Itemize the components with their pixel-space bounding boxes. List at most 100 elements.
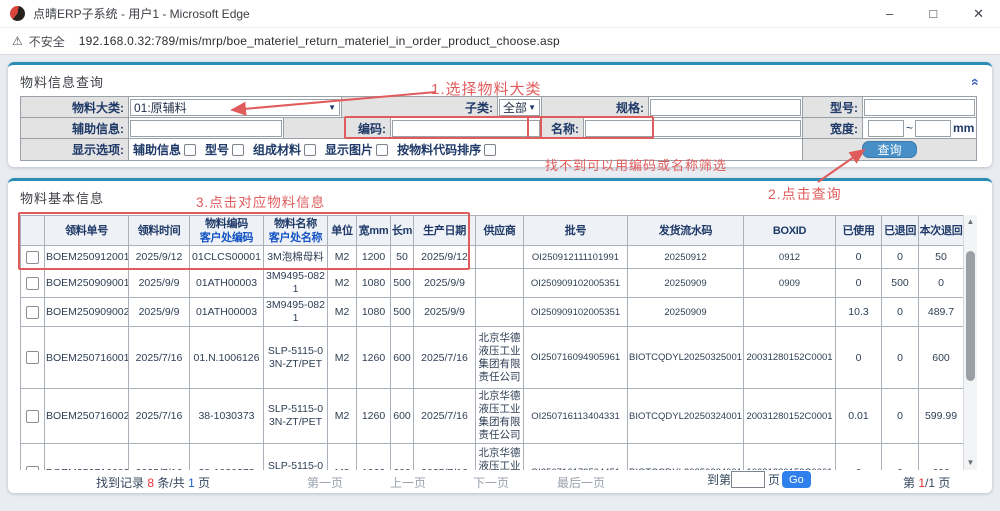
table-cell: 600	[919, 444, 964, 471]
row-checkbox[interactable]	[26, 410, 39, 423]
scrollbar-thumb[interactable]	[966, 251, 975, 381]
display-option-checkbox[interactable]	[376, 144, 388, 156]
display-option-checkbox[interactable]	[304, 144, 316, 156]
chevron-down-icon: ▼	[328, 103, 336, 112]
code-cell	[391, 118, 542, 138]
table-cell: 500	[391, 298, 414, 327]
subcategory-select[interactable]: 全部 ▼	[499, 99, 540, 116]
display-option-checkbox[interactable]	[232, 144, 244, 156]
spec-label: 规格:	[542, 97, 649, 117]
row-checkbox[interactable]	[26, 251, 39, 264]
display-option-label: 组成材料	[253, 141, 301, 158]
table-cell	[476, 246, 524, 269]
table-cell: M2	[328, 389, 357, 444]
scrollbar-down-icon[interactable]: ▼	[964, 456, 977, 470]
width-min-input[interactable]	[868, 120, 904, 137]
aux-info-input[interactable]	[130, 120, 282, 137]
table-cell: 1260	[357, 389, 391, 444]
width-max-input[interactable]	[915, 120, 951, 137]
table-cell: 600	[391, 389, 414, 444]
aux-info-label: 辅助信息:	[21, 118, 129, 138]
table-cell: 0	[882, 246, 919, 269]
table-row[interactable]: BOEM2509120012025/9/1201CLCS000013M泡棉母料M…	[21, 246, 964, 269]
window-titlebar: 点晴ERP子系统 - 用户1 - Microsoft Edge – □ ✕	[0, 0, 1000, 28]
scrollbar-up-icon[interactable]: ▲	[964, 215, 977, 229]
pager-last-page[interactable]: 最后一页	[557, 474, 605, 491]
table-cell: SLP-5115-03N-ZT/PET	[264, 389, 328, 444]
query-form: 物料大类: 01:原辅料 ▼ 子类: 全部 ▼ 规格:	[20, 96, 977, 161]
go-button[interactable]: Go	[782, 471, 811, 488]
table-cell: M2	[328, 269, 357, 298]
table-cell: 2025/7/16	[414, 327, 476, 389]
width-unit: mm	[953, 121, 974, 135]
table-cell: 0.01	[836, 389, 882, 444]
address-bar[interactable]: ⚠ 不安全 192.168.0.32:789/mis/mrp/boe_mater…	[0, 28, 1000, 55]
pager-next-page[interactable]: 下一页	[473, 474, 509, 491]
header-cell: 发货流水码	[628, 216, 744, 246]
name-input[interactable]	[585, 120, 801, 137]
spec-input[interactable]	[650, 99, 801, 116]
table-cell: BOEM250716001	[45, 327, 129, 389]
header-cell: 已使用	[836, 216, 882, 246]
model-label: 型号:	[803, 97, 863, 117]
material-category-label: 物料大类:	[21, 97, 129, 117]
close-icon[interactable]: ✕	[973, 7, 984, 20]
materials-panel: 物料基本信息 领料单号领料时间物料编码客户处编码物料名称客户处名称单位宽mm长m…	[8, 178, 992, 493]
pager-prev-page[interactable]: 上一页	[390, 474, 426, 491]
model-input[interactable]	[864, 99, 975, 116]
table-row[interactable]: BOEM2509090022025/9/901ATH000033M9495-08…	[21, 298, 964, 327]
table-row[interactable]: BOEM2507160022025/7/1638-1030373SLP-5115…	[21, 389, 964, 444]
table-cell: 20031280152C0001	[744, 327, 836, 389]
table-cell: 600	[391, 444, 414, 471]
table-row[interactable]: BOEM2509090012025/9/901ATH000033M9495-08…	[21, 269, 964, 298]
table-cell: OI250909102005351	[524, 298, 628, 327]
table-cell	[476, 298, 524, 327]
header-cell: 生产日期	[414, 216, 476, 246]
name-cell	[584, 118, 803, 138]
search-button[interactable]: 查询	[862, 141, 916, 158]
records-pages: 1	[188, 476, 195, 490]
display-option: 显示图片	[325, 141, 388, 158]
table-cell: 01ATH00003	[190, 269, 264, 298]
table-cell: OI250716113404331	[524, 389, 628, 444]
table-cell: 01ATH00003	[190, 298, 264, 327]
minimize-icon[interactable]: –	[886, 7, 893, 20]
materials-panel-title: 物料基本信息	[20, 188, 104, 207]
row-checkbox-cell	[21, 327, 45, 389]
row-checkbox[interactable]	[26, 306, 39, 319]
table-cell: 2025/7/16	[129, 327, 190, 389]
collapse-panel-icon[interactable]: «	[968, 78, 984, 86]
display-option-label: 按物料代码排序	[397, 141, 481, 158]
material-category-cell: 01:原辅料 ▼	[129, 97, 342, 117]
security-warning-icon: ⚠	[12, 34, 23, 48]
maximize-icon[interactable]: □	[929, 7, 937, 20]
table-cell: 北京华德液压工业集团有限责任公司	[476, 389, 524, 444]
query-panel-title: 物料信息查询	[20, 72, 104, 91]
code-input[interactable]	[392, 120, 540, 137]
pager-first-page[interactable]: 第一页	[307, 474, 343, 491]
table-cell: OI250912111101991	[524, 246, 628, 269]
table-row[interactable]: BOEM2507160032025/7/1638-1030373SLP-5115…	[21, 444, 964, 471]
row-checkbox[interactable]	[26, 351, 39, 364]
display-option-label: 显示图片	[325, 141, 373, 158]
vertical-scrollbar[interactable]: ▲ ▼	[963, 215, 977, 470]
material-category-select[interactable]: 01:原辅料 ▼	[130, 99, 340, 116]
row-checkbox[interactable]	[26, 277, 39, 290]
table-cell: 20250909	[628, 269, 744, 298]
select-column-header	[21, 216, 45, 246]
display-option-label: 辅助信息	[133, 141, 181, 158]
table-row[interactable]: BOEM2507160012025/7/1601.N.1006126SLP-51…	[21, 327, 964, 389]
display-option-checkbox[interactable]	[484, 144, 496, 156]
display-option-checkbox[interactable]	[184, 144, 196, 156]
header-cell: 批号	[524, 216, 628, 246]
goto-page-input[interactable]	[731, 471, 765, 488]
query-panel: 物料信息查询 « 物料大类: 01:原辅料 ▼ 子类: 全部 ▼	[8, 62, 992, 167]
row-checkbox-cell	[21, 298, 45, 327]
table-cell: 500	[391, 269, 414, 298]
table-cell	[744, 298, 836, 327]
table-cell: 2025/7/16	[414, 389, 476, 444]
table-cell: 0	[836, 246, 882, 269]
table-cell: 0912	[744, 246, 836, 269]
row-checkbox-cell	[21, 444, 45, 471]
table-cell: 1080	[357, 269, 391, 298]
